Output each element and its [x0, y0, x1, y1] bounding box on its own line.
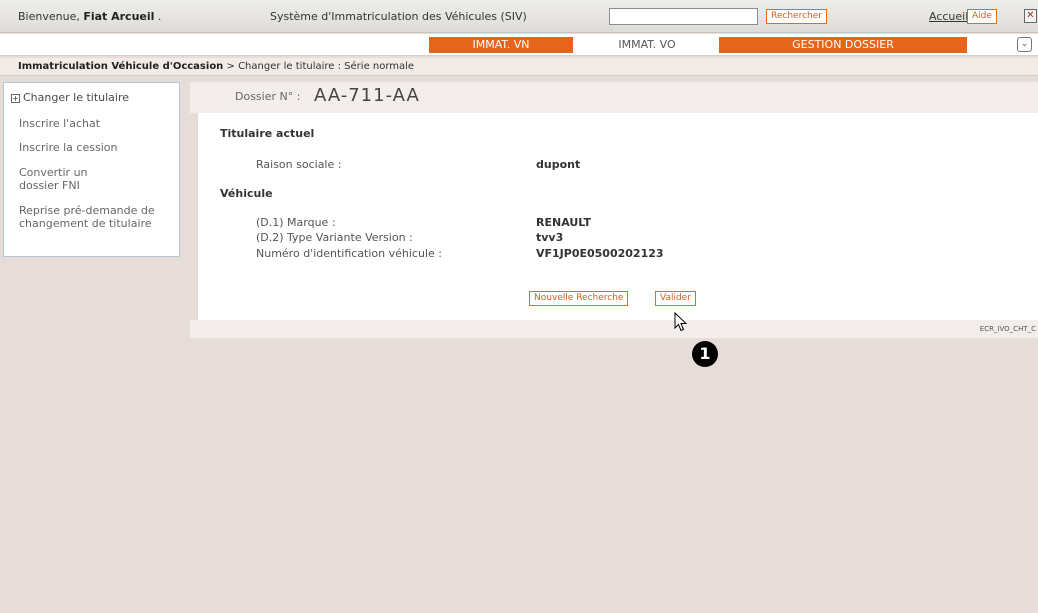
dossier-header: Dossier N° : AA-711-AA — [190, 82, 1038, 113]
new-search-button[interactable]: Nouvelle Recherche — [529, 291, 629, 306]
main-content: Titulaire actuel Raison sociale : dupont… — [198, 113, 1038, 320]
sidebar-item-convertir-fni[interactable]: Convertir un dossier FNI — [19, 166, 119, 192]
sidebar-item-inscrire-achat[interactable]: Inscrire l'achat — [19, 117, 169, 130]
dossier-label: Dossier N° : — [235, 90, 301, 103]
tab-bar: IMMAT. VN IMMAT. VO GESTION DOSSIER ⌄ — [0, 34, 1038, 56]
welcome-text: Bienvenue, Fiat Arcueil . — [18, 10, 161, 23]
sidebar-item-inscrire-cession[interactable]: Inscrire la cession — [19, 141, 169, 154]
welcome-suffix: . — [157, 10, 162, 23]
sidebar-item-changer-titulaire[interactable]: + Changer le titulaire — [11, 91, 129, 104]
marque-label: (D.1) Marque : — [256, 216, 336, 229]
close-icon[interactable]: ✕ — [1024, 9, 1037, 23]
screen-code: ECR_IVO_CHT_C — [979, 325, 1036, 333]
sidebar-item-label: Changer le titulaire — [23, 91, 130, 104]
search-input[interactable] — [609, 8, 758, 25]
breadcrumb-root: Immatriculation Véhicule d'Occasion — [18, 61, 224, 72]
breadcrumb: Immatriculation Véhicule d'Occasion > Ch… — [0, 58, 1038, 76]
mouse-pointer-icon — [674, 312, 688, 332]
home-link[interactable]: Accueil — [929, 10, 968, 23]
step-marker: 1 — [692, 341, 718, 367]
tab-gestion-dossier[interactable]: GESTION DOSSIER — [719, 37, 967, 53]
raison-sociale-value: dupont — [536, 158, 581, 171]
search-button[interactable]: Rechercher — [766, 9, 827, 24]
chevron-down-icon[interactable]: ⌄ — [1017, 37, 1032, 52]
breadcrumb-separator: > — [226, 61, 235, 72]
tvv-label: (D.2) Type Variante Version : — [256, 231, 413, 244]
system-title: Système d'Immatriculation des Véhicules … — [270, 10, 527, 23]
user-name: Fiat Arcueil — [83, 10, 155, 23]
marque-value: RENAULT — [536, 216, 591, 229]
welcome-prefix: Bienvenue, — [18, 10, 80, 23]
section-titulaire-actuel: Titulaire actuel — [220, 127, 315, 140]
expand-icon[interactable]: + — [11, 93, 20, 103]
section-vehicule: Véhicule — [220, 187, 273, 200]
raison-sociale-label: Raison sociale : — [256, 158, 342, 171]
tvv-value: tvv3 — [536, 231, 564, 244]
tab-immat-vo[interactable]: IMMAT. VO — [578, 37, 716, 53]
tab-immat-vn[interactable]: IMMAT. VN — [429, 37, 573, 53]
vin-label: Numéro d'identification véhicule : — [256, 247, 442, 260]
validate-button[interactable]: Valider — [655, 291, 696, 306]
top-bar: Bienvenue, Fiat Arcueil . Système d'Imma… — [0, 0, 1038, 33]
sidebar: + Changer le titulaire Inscrire l'achat I… — [3, 82, 180, 257]
main-footer: ECR_IVO_CHT_C — [190, 320, 1038, 338]
sidebar-item-reprise-pre-demande[interactable]: Reprise pré-demande de changement de tit… — [19, 204, 179, 230]
help-button[interactable]: Aide — [967, 9, 997, 24]
vin-value: VF1JP0E0500202123 — [536, 247, 664, 260]
breadcrumb-current: Changer le titulaire : Série normale — [238, 61, 415, 72]
dossier-number: AA-711-AA — [314, 85, 420, 106]
